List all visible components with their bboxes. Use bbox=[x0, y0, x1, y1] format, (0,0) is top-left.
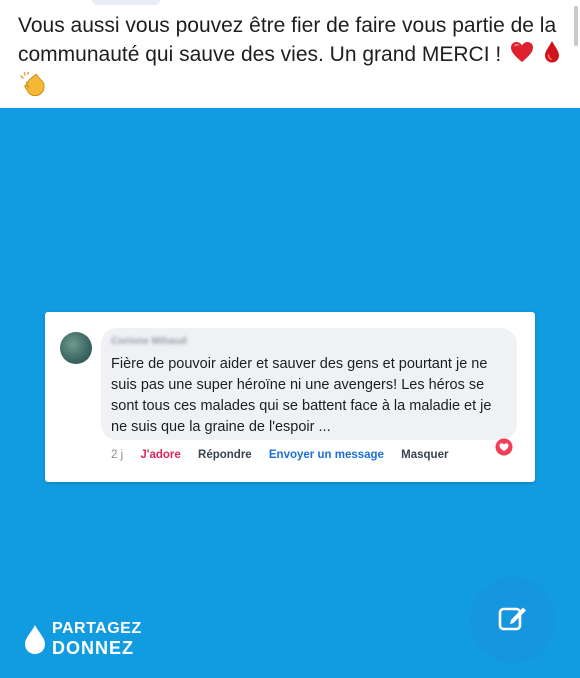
send-message-button[interactable]: Envoyer un message bbox=[269, 449, 384, 461]
scrollbar[interactable] bbox=[574, 6, 578, 46]
post-text: Vous aussi vous pouvez être fier de fair… bbox=[18, 12, 563, 106]
comment-author[interactable]: Corinne Mihaud bbox=[111, 336, 187, 347]
love-reaction-icon[interactable] bbox=[495, 438, 513, 456]
comment-text: Fière de pouvoir aider et sauver des gen… bbox=[111, 356, 492, 435]
red-heart-icon bbox=[509, 40, 535, 72]
reply-button[interactable]: Répondre bbox=[198, 449, 252, 461]
compose-button[interactable] bbox=[470, 577, 556, 663]
post-message: Vous aussi vous pouvez être fier de fair… bbox=[18, 14, 557, 66]
love-button[interactable]: J'adore bbox=[140, 449, 180, 461]
blood-drop-icon bbox=[543, 40, 561, 72]
avatar[interactable] bbox=[60, 332, 92, 364]
edit-icon bbox=[498, 607, 526, 631]
comment-actions: 2 j J'adore Répondre Envoyer un message … bbox=[111, 449, 462, 461]
water-drop-icon bbox=[25, 625, 45, 654]
hide-button[interactable]: Masquer bbox=[401, 449, 448, 461]
comment-time[interactable]: 2 j bbox=[111, 449, 123, 461]
clapping-hands-icon bbox=[20, 71, 48, 106]
comment-bubble: Corinne Mihaud Fière de pouvoir aider et… bbox=[101, 328, 517, 440]
logo-line-2: DONNEZ bbox=[52, 638, 134, 658]
logo-line-1: PARTAGEZ bbox=[52, 620, 142, 637]
comment-card: Corinne Mihaud Fière de pouvoir aider et… bbox=[45, 312, 535, 482]
top-chip bbox=[92, 0, 160, 5]
